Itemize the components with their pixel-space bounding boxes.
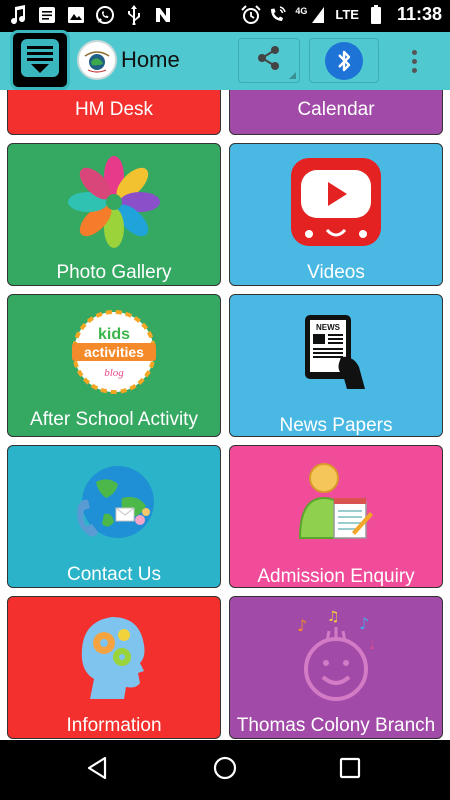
recents-button[interactable] [334,754,366,786]
signal-icon [308,5,328,25]
drawer-menu-button[interactable] [10,30,70,90]
music-note-glyph: ♫ [327,609,340,625]
tile-label: Information [66,715,162,736]
blog-text: blog [104,367,124,379]
battery-icon [366,4,386,25]
kids-text: kids [98,326,130,343]
music-note-glyph: ♪ [359,614,369,633]
brain-gears-icon [78,613,150,706]
network-type: LTE [335,7,359,22]
tile-label: Videos [307,262,365,283]
tile-admission-enquiry[interactable]: Admission Enquiry [229,445,443,588]
clock: 11:38 [396,4,442,24]
tile-label: Admission Enquiry [257,566,415,587]
tile-calendar[interactable]: Calendar [229,90,443,135]
image-icon [66,5,86,25]
tile-news-papers[interactable]: NEWS News Papers [229,294,443,437]
alarm-icon [241,4,262,25]
home-grid: HM Desk Calendar Photo Gallery Videos ki… [0,90,450,740]
bluetooth-icon [325,41,363,80]
bluetooth-button[interactable] [309,38,379,83]
tile-label: HM Desk [74,99,154,120]
smiley-music-icon: ♪ ♫ ♪ ♩ [291,607,381,708]
wifi-call-icon [268,5,288,25]
tile-after-school-activity[interactable]: kids activities blog After School Activi… [7,294,221,437]
youtube-icon [289,156,383,255]
home-button[interactable] [209,754,241,786]
drawer-menu-icon [18,36,62,85]
share-button[interactable] [238,38,300,83]
user-notepad-icon [296,460,376,549]
overflow-menu-button[interactable] [400,44,428,78]
tile-label: Contact Us [67,564,161,585]
music-note-glyph: ♩ [369,638,375,652]
tile-label: Photo Gallery [56,262,172,283]
tile-information[interactable]: Information [7,596,221,739]
system-nav-bar [0,740,450,800]
page-title: Home [121,47,180,72]
back-icon [85,755,111,786]
n-icon [153,5,173,25]
music-note-icon [8,5,28,25]
hands-icon [66,156,162,253]
tile-label: After School Activity [30,409,198,430]
globe-contact-icon [68,458,160,555]
tile-videos[interactable]: Videos [229,143,443,286]
tile-photo-gallery[interactable]: Photo Gallery [7,143,221,286]
whatsapp-icon [95,5,115,25]
tile-thomas-colony-branch[interactable]: ♪ ♫ ♪ ♩ Thomas Colony Branch [229,596,443,739]
news-text: NEWS [316,323,341,332]
home-icon [212,755,238,786]
overflow-dot [411,58,417,64]
tile-hm-desk[interactable]: HM Desk [7,90,221,135]
share-icon [255,44,283,77]
notes-icon [37,5,57,25]
tile-label: Calendar [297,99,375,120]
school-logo [77,40,117,80]
tile-label: Thomas Colony Branch [236,715,436,736]
recents-icon [338,756,362,785]
tile-label: News Papers [279,415,393,436]
music-note-glyph: ♪ [297,616,307,635]
tile-contact-us[interactable]: Contact Us [7,445,221,588]
kids-activities-icon: kids activities blog [66,309,162,400]
activities-text: activities [84,344,144,360]
overflow-dot [411,49,417,55]
status-bar: 4G LTE 11:38 [0,0,450,32]
back-button[interactable] [82,754,114,786]
overflow-dot [411,67,417,73]
network-type-small: 4G [295,5,308,16]
usb-icon [124,5,144,25]
newspaper-tablet-icon: NEWS [301,311,371,396]
